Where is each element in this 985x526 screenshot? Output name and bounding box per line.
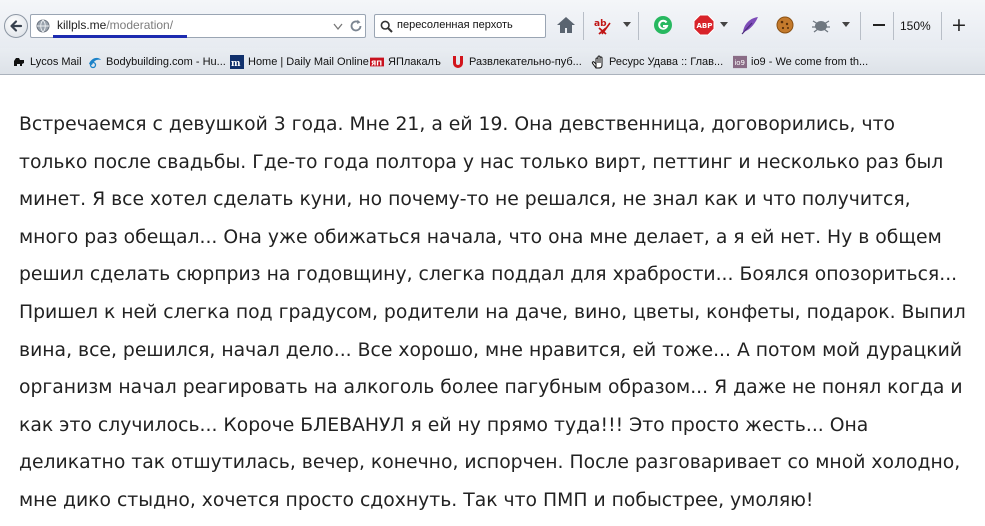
svg-text:ABP: ABP	[697, 22, 713, 30]
toolbar-separator	[860, 12, 861, 40]
bookmark-label: Lycos Mail	[30, 56, 82, 68]
grammarly-button[interactable]	[652, 14, 674, 36]
adblock-icon: ABP	[693, 14, 715, 36]
search-input[interactable]: пересоленная перхоть	[397, 19, 513, 31]
grammarly-icon	[654, 16, 672, 34]
dailymail-icon: m	[230, 55, 244, 69]
dropdown-arrow-icon[interactable]	[333, 23, 343, 31]
bookmark-bodybuilding[interactable]: Bodybuilding.com - Hu...	[88, 53, 226, 71]
feather-icon	[741, 17, 758, 35]
bookmark-razvlekatelno[interactable]: Развлекательно-пуб...	[451, 53, 582, 71]
bookmark-label: ЯПлакалъ	[388, 56, 441, 68]
globe-icon	[36, 19, 50, 33]
zoom-level[interactable]: 150%	[900, 19, 931, 33]
chevron-down-icon	[720, 22, 728, 27]
bookmark-label: Ресурс Удава :: Глав...	[609, 56, 724, 68]
svg-text:io9: io9	[734, 59, 745, 67]
chevron-down-icon	[842, 22, 850, 27]
url-text: killpls.me/moderation/	[57, 18, 173, 32]
umax-icon	[451, 55, 465, 69]
feather-button[interactable]	[739, 14, 761, 36]
firebug-button[interactable]	[810, 14, 832, 36]
search-bar[interactable]: пересоленная перхоть	[374, 14, 546, 38]
url-underline-mark	[53, 35, 187, 38]
bodybuilding-icon	[88, 55, 102, 69]
firebug-menu-button[interactable]	[841, 20, 851, 30]
minus-icon	[873, 24, 885, 26]
cookie-button[interactable]	[774, 14, 796, 36]
address-bar[interactable]: killpls.me/moderation/	[30, 14, 366, 38]
home-icon	[557, 17, 575, 33]
spellcheck-icon: ab	[594, 19, 611, 35]
toolbar-separator	[941, 12, 942, 40]
chevron-down-icon	[623, 22, 631, 27]
adblock-menu-button[interactable]	[719, 20, 729, 30]
toolbar-separator	[583, 12, 584, 40]
story-text: Встречаемся с девушкой 3 года. Мне 21, а…	[19, 114, 966, 511]
bookmark-lycos-mail[interactable]: Lycos Mail	[12, 53, 82, 71]
spellcheck-button[interactable]: ab	[592, 14, 614, 36]
svg-text:m: m	[231, 59, 241, 69]
bookmark-label: Bodybuilding.com - Hu...	[106, 56, 226, 68]
zoom-in-button[interactable]: +	[948, 14, 970, 36]
yaplakal-icon: ЯП	[370, 55, 384, 69]
bookmark-dailymail[interactable]: m Home | Daily Mail Online	[230, 53, 369, 71]
bookmark-resurs-udava[interactable]: Ресурс Удава :: Глав...	[591, 53, 723, 71]
bookmark-label: Home | Daily Mail Online	[248, 56, 369, 68]
bookmark-yaplakal[interactable]: ЯП ЯПлакалъ	[370, 53, 441, 71]
io9-icon: io9	[733, 55, 747, 69]
zoom-out-button[interactable]	[868, 14, 890, 36]
url-domain: killpls.me	[57, 18, 107, 32]
url-path: /moderation/	[106, 18, 174, 32]
spellcheck-menu-button[interactable]	[622, 20, 632, 30]
toolbar-separator	[893, 12, 894, 40]
svg-text:ЯП: ЯП	[371, 60, 382, 68]
bug-icon	[812, 20, 830, 33]
navigation-toolbar: killpls.me/moderation/ пересоленная перх…	[0, 0, 985, 48]
bookmark-io9[interactable]: io9 io9 - We come from th...	[733, 53, 868, 71]
home-button[interactable]	[555, 14, 577, 36]
reload-icon[interactable]	[349, 19, 363, 33]
adblock-button[interactable]: ABP	[693, 14, 715, 36]
back-arrow-icon	[10, 20, 23, 32]
hand-icon	[591, 55, 605, 69]
cookie-icon	[776, 16, 794, 34]
back-button[interactable]	[4, 14, 28, 38]
search-icon	[380, 20, 393, 33]
toolbar-separator	[638, 12, 639, 40]
bookmark-label: Развлекательно-пуб...	[469, 56, 582, 68]
bookmark-label: io9 - We come from th...	[751, 56, 869, 68]
svg-text:ab: ab	[594, 19, 607, 29]
dog-icon	[12, 55, 26, 69]
